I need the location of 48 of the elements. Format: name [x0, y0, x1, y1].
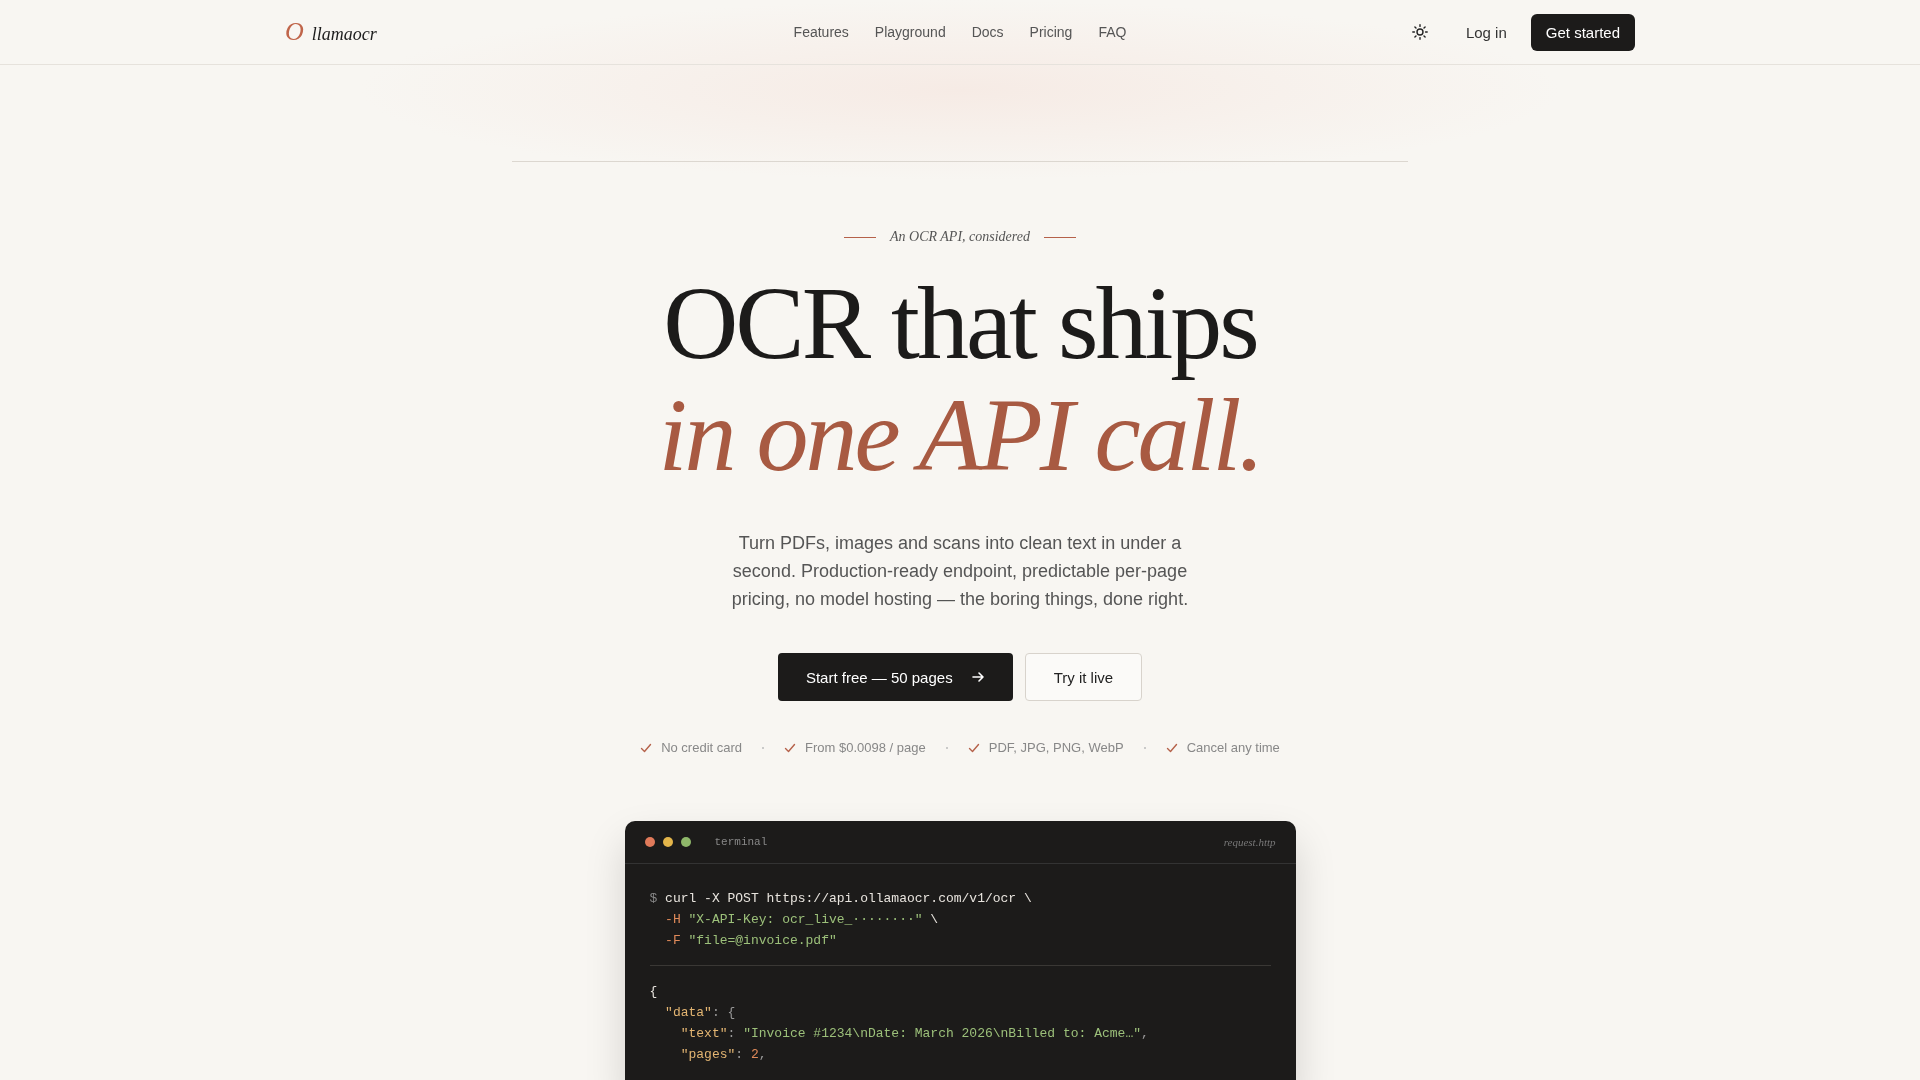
code-key: "text" — [649, 1026, 728, 1041]
nav-link[interactable]: FAQ — [1098, 24, 1127, 40]
sun-icon[interactable] — [1411, 24, 1428, 40]
code-punctuation: : — [727, 1026, 737, 1041]
file-name: request.http — [1223, 836, 1276, 848]
check-icon — [1165, 741, 1178, 754]
code-punctuation: , — [758, 1047, 767, 1062]
feature-label: No credit card — [661, 740, 743, 755]
code-string: "Invoice #1234\nDate: March 2026\nBilled to: Acme…" — [743, 1026, 1141, 1041]
headline-line: OCR that ships — [663, 267, 1257, 379]
code-punctuation: , — [1141, 1026, 1149, 1041]
logo-text[interactable]: llamaocr — [311, 24, 377, 45]
code-key: "pages" — [649, 1047, 736, 1062]
check-icon — [640, 741, 653, 754]
code-text: { — [649, 984, 658, 999]
maximize-dot-icon — [680, 837, 691, 847]
code-number: 2 — [750, 1047, 759, 1062]
nav-link[interactable]: Features — [793, 24, 849, 40]
try-live-button[interactable]: Try it live — [1024, 653, 1143, 701]
check-icon — [784, 741, 797, 754]
code-option-text: -H — [664, 912, 682, 927]
login-link[interactable]: Log in — [1465, 23, 1507, 41]
code-string: "file=@invoice.pdf" — [688, 933, 837, 948]
feature-label: From $0.0098 / page — [805, 740, 926, 755]
minimize-dot-icon — [662, 837, 673, 847]
code-text: \ — [929, 912, 939, 927]
nav-link[interactable]: Playground — [874, 24, 946, 40]
close-dot-icon — [644, 837, 655, 847]
arrow-right-icon — [970, 670, 985, 684]
code-string: "X-API-Key: ocr_live_········" — [688, 912, 923, 927]
eyebrow-text: An OCR API, considered — [890, 229, 1030, 245]
prompt-symbol: $ — [649, 891, 659, 906]
code-punctuation: : { — [711, 1005, 736, 1020]
lead-paragraph: Turn PDFs, images and scans into clean text in under a second. Production-ready endpoint, predictable per-page pricing, no model hosting — the boring things, done right. — [730, 532, 1190, 611]
headline-line: in one API call. — [658, 379, 1262, 491]
code-key: "data" — [649, 1005, 712, 1020]
code-punctuation: : — [735, 1047, 745, 1062]
feature-label: PDF, JPG, PNG, WebP — [988, 740, 1124, 755]
get-started-button[interactable]: Get started — [1530, 13, 1635, 51]
terminal-title: terminal — [714, 836, 768, 848]
nav-link[interactable]: Docs — [971, 24, 1004, 40]
logo-mark[interactable]: O — [285, 17, 304, 47]
code-text: curl -X POST https://api.ollamaocr.com/v1/ocr \ — [665, 891, 1032, 906]
check-icon — [967, 741, 980, 754]
code-option-text: -F — [664, 933, 682, 948]
start-free-button[interactable]: Start free — 50 pages — [777, 653, 1013, 701]
nav-link[interactable]: Pricing — [1029, 24, 1073, 40]
feature-label: Cancel any time — [1186, 740, 1280, 755]
